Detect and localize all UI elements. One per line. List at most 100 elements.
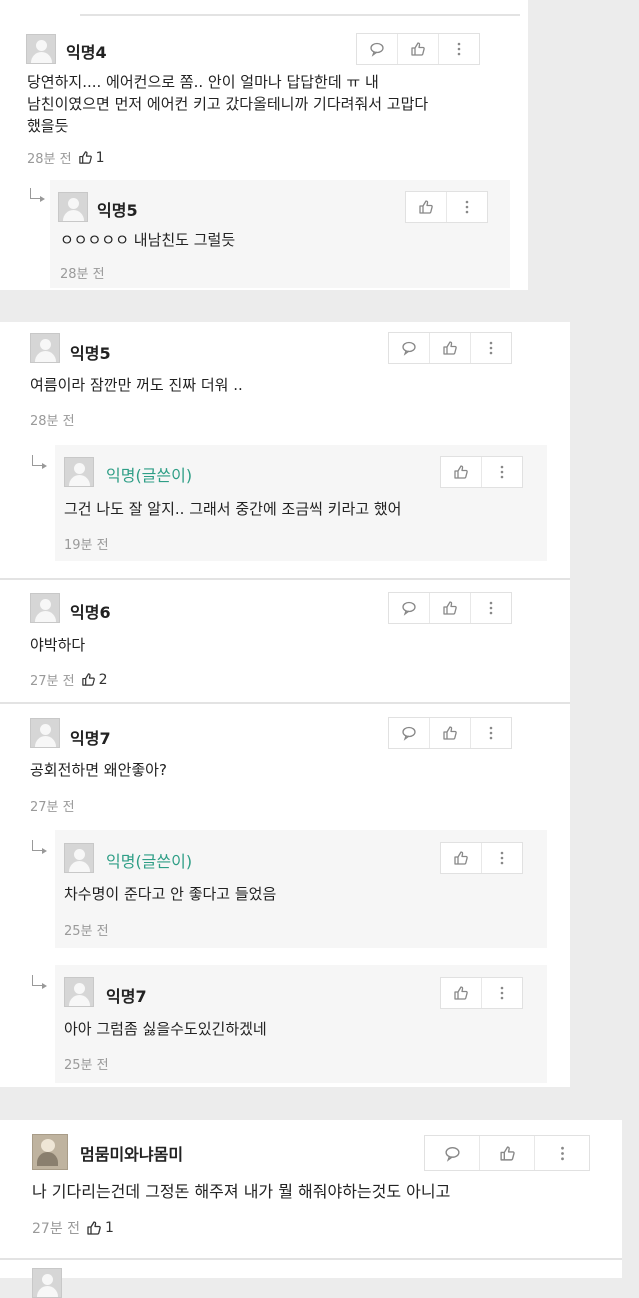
thumbs-up-icon xyxy=(411,42,425,56)
avatar[interactable] xyxy=(64,457,94,487)
avatar[interactable] xyxy=(30,718,60,748)
reply-button[interactable] xyxy=(425,1136,480,1170)
reply-text: 아아 그럼좀 싫을수도있긴하겠네 xyxy=(64,1020,267,1038)
comment-author[interactable]: 멈뭄미와냐몸미 xyxy=(80,1141,183,1165)
avatar[interactable] xyxy=(30,593,60,623)
like-button[interactable] xyxy=(430,718,471,748)
speech-bubble-icon xyxy=(444,1146,460,1162)
timestamp: 28분 전 xyxy=(27,152,72,167)
thumbs-up-icon xyxy=(499,1145,515,1161)
reply-indicator-icon xyxy=(32,840,47,854)
comment-actions xyxy=(388,592,512,624)
comment-author[interactable]: 익명4 xyxy=(66,39,107,63)
comment-actions xyxy=(424,1135,590,1171)
avatar[interactable] xyxy=(30,333,60,363)
timestamp: 19분 전 xyxy=(64,538,109,553)
timestamp: 27분 전 xyxy=(30,800,75,815)
more-button[interactable] xyxy=(482,978,522,1008)
thumbs-up-icon xyxy=(87,1221,101,1235)
reply-button[interactable] xyxy=(357,34,398,64)
reply-author[interactable]: 익명7 xyxy=(106,983,147,1007)
avatar[interactable] xyxy=(58,192,88,222)
vertical-dots-icon xyxy=(500,851,504,865)
speech-bubble-icon xyxy=(370,42,384,57)
thumbs-up-icon xyxy=(454,851,468,865)
vertical-dots-icon xyxy=(500,986,504,1000)
reply-author[interactable]: 익명(글쓴이) xyxy=(106,848,192,872)
more-button[interactable] xyxy=(447,192,487,222)
comment-text-line: 남친이였으면 먼저 에어컨 키고 갔다올테니까 기다려줘서 고맙다 xyxy=(27,95,429,113)
more-button[interactable] xyxy=(535,1136,589,1170)
reply-indicator-icon xyxy=(32,975,47,989)
like-button[interactable] xyxy=(480,1136,535,1170)
reply-author[interactable]: 익명5 xyxy=(97,197,138,221)
vertical-dots-icon xyxy=(560,1146,564,1160)
comment-actions xyxy=(356,33,480,65)
timestamp: 28분 전 xyxy=(30,414,75,429)
more-button[interactable] xyxy=(471,718,511,748)
comment-author[interactable]: 익명7 xyxy=(70,725,111,749)
timestamp: 28분 전 xyxy=(60,267,105,282)
like-button[interactable] xyxy=(430,333,471,363)
like-button[interactable] xyxy=(441,843,482,873)
avatar[interactable] xyxy=(64,977,94,1007)
more-button[interactable] xyxy=(439,34,479,64)
reply-button[interactable] xyxy=(389,333,430,363)
vertical-dots-icon xyxy=(489,601,493,615)
reply-meta: 25분 전 xyxy=(64,920,109,939)
more-button[interactable] xyxy=(482,843,522,873)
reply-actions xyxy=(440,977,523,1009)
timestamp: 27분 전 xyxy=(30,674,75,689)
reply-author[interactable]: 익명(글쓴이) xyxy=(106,462,192,486)
thumbs-up-icon xyxy=(454,465,468,479)
avatar[interactable] xyxy=(64,843,94,873)
thumbs-up-icon xyxy=(443,726,457,740)
like-button[interactable] xyxy=(430,593,471,623)
divider xyxy=(0,702,570,704)
reply-text: 그건 나도 잘 알지.. 그래서 중간에 조금씩 키라고 했어 xyxy=(64,500,402,518)
comment-text-line: 했을듯 xyxy=(27,117,69,135)
speech-bubble-icon xyxy=(402,726,416,741)
divider xyxy=(80,14,520,16)
thumbs-up-icon xyxy=(419,200,433,214)
reply-indicator-icon xyxy=(32,455,47,469)
comment-actions xyxy=(388,717,512,749)
reply-actions xyxy=(405,191,488,223)
comment-text-line: 당연하지.... 에어컨으로 쫌.. 안이 얼마나 답답한데 ㅠ 내 xyxy=(27,73,379,91)
vertical-dots-icon xyxy=(489,726,493,740)
avatar[interactable] xyxy=(32,1268,62,1298)
like-button[interactable] xyxy=(441,978,482,1008)
reply-actions xyxy=(440,456,523,488)
thumbs-up-icon xyxy=(454,986,468,1000)
comment-actions xyxy=(388,332,512,364)
like-button[interactable] xyxy=(406,192,447,222)
vertical-dots-icon xyxy=(457,42,461,56)
reply-actions xyxy=(440,842,523,874)
comment-author[interactable]: 익명5 xyxy=(70,340,111,364)
avatar[interactable] xyxy=(26,34,56,64)
comment-meta: 27분 전 xyxy=(30,796,75,815)
comment-meta: 28분 전 1 xyxy=(27,148,105,168)
vertical-dots-icon xyxy=(465,200,469,214)
divider xyxy=(0,578,570,580)
more-button[interactable] xyxy=(471,593,511,623)
avatar[interactable] xyxy=(32,1134,68,1170)
more-button[interactable] xyxy=(482,457,522,487)
comment-text: 공회전하면 왜안좋아? xyxy=(30,761,167,779)
timestamp: 25분 전 xyxy=(64,1058,109,1073)
comment-meta: 27분 전 1 xyxy=(32,1218,114,1238)
reply-button[interactable] xyxy=(389,718,430,748)
reply-meta: 28분 전 xyxy=(60,263,105,282)
reply-button[interactable] xyxy=(389,593,430,623)
comment-text: 나 기다리는건데 그정돈 해주져 내가 뭘 해줘야하는것도 아니고 xyxy=(32,1182,451,1201)
more-button[interactable] xyxy=(471,333,511,363)
like-count: 1 xyxy=(78,150,105,166)
speech-bubble-icon xyxy=(402,341,416,356)
like-button[interactable] xyxy=(441,457,482,487)
reply-indicator-icon xyxy=(30,188,45,202)
like-count: 1 xyxy=(86,1220,114,1236)
like-button[interactable] xyxy=(398,34,439,64)
comment-author[interactable]: 익명6 xyxy=(70,599,111,623)
reply-text: 차수명이 준다고 안 좋다고 들었음 xyxy=(64,885,277,903)
reply-meta: 19분 전 xyxy=(64,534,109,553)
